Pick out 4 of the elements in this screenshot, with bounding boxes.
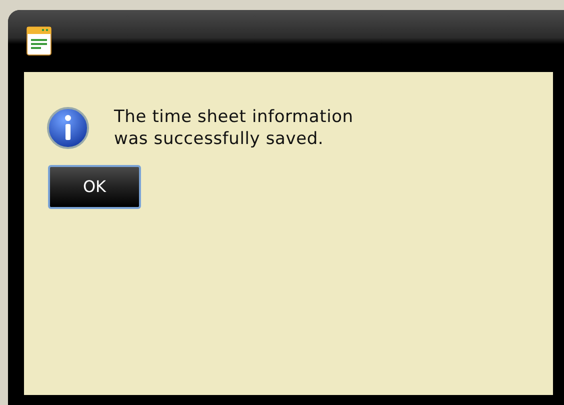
window-icon <box>26 26 52 56</box>
info-icon <box>46 106 90 150</box>
message-text: The time sheet information was successfully saved. <box>114 106 354 150</box>
ok-button[interactable]: OK <box>48 165 141 209</box>
